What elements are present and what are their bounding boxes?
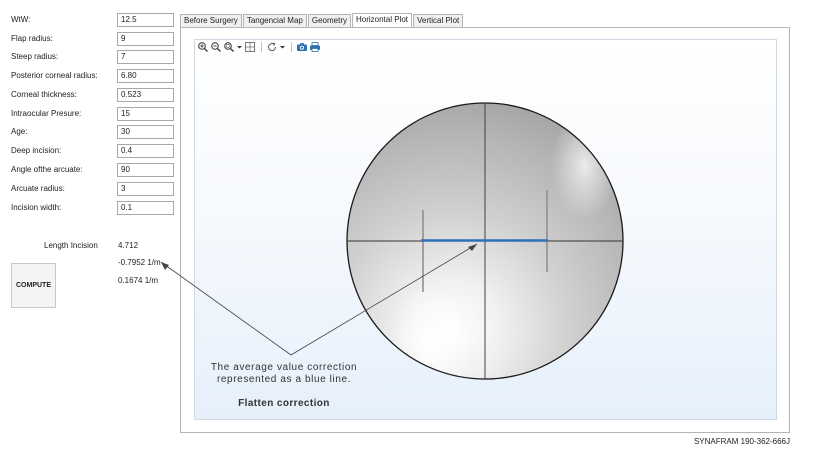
fit-view-icon[interactable] xyxy=(244,41,256,53)
dropdown-arrow-icon[interactable] xyxy=(279,41,286,53)
wtw-input[interactable] xyxy=(117,13,174,27)
toolbar-separator xyxy=(291,42,292,52)
intraocular-pressure-row: Intraocular Presure: xyxy=(11,107,181,121)
print-icon[interactable] xyxy=(309,41,321,53)
deep-incision-row: Deep incision: xyxy=(11,144,181,158)
corneal-thickness-row: Corneal thickness: xyxy=(11,88,181,102)
correction-value-2: 0.1674 1/m xyxy=(118,276,159,285)
posterior-corneal-radius-row: Posterior corneal radius: xyxy=(11,69,181,83)
length-incision-label: Length Incision xyxy=(44,241,98,250)
incision-width-input[interactable] xyxy=(117,201,174,215)
flap-radius-label: Flap radius: xyxy=(11,34,53,43)
intraocular-pressure-input[interactable] xyxy=(117,107,174,121)
tab-tangencial-map[interactable]: Tangencial Map xyxy=(242,14,307,27)
deep-incision-label: Deep incision: xyxy=(11,146,62,155)
arcuate-radius-row: Arcuate radius: xyxy=(11,182,181,196)
age-input[interactable] xyxy=(117,125,174,139)
zoom-box-icon[interactable] xyxy=(223,41,235,53)
deep-incision-input[interactable] xyxy=(117,144,174,158)
flap-radius-input[interactable] xyxy=(117,32,174,46)
posterior-corneal-radius-label: Posterior corneal radius: xyxy=(11,71,98,80)
intraocular-pressure-label: Intraocular Presure: xyxy=(11,109,82,118)
zoom-out-icon[interactable] xyxy=(210,41,222,53)
correction-value-1: -0.7952 1/m xyxy=(118,258,161,267)
rotate-icon[interactable] xyxy=(266,41,278,53)
annotation-line-1: The average value correction xyxy=(210,362,358,373)
length-incision-value: 4.712 xyxy=(118,241,139,250)
toolbar-separator xyxy=(261,42,262,52)
dropdown-arrow-icon[interactable] xyxy=(236,41,243,53)
tab-geometry[interactable]: Geometry xyxy=(307,14,351,27)
wtw-label: WtW: xyxy=(11,15,31,24)
plot-toolbar xyxy=(197,41,322,53)
annotation-line-2: represented as a blue line. xyxy=(216,374,352,385)
footer-id: SYNAFRAM 190-362-666J xyxy=(693,437,790,446)
arrowhead-icon xyxy=(161,262,169,270)
flap-radius-row: Flap radius: xyxy=(11,32,181,46)
arcuate-angle-input[interactable] xyxy=(117,163,174,177)
tab-before-surgery[interactable]: Before Surgery xyxy=(180,14,242,27)
tab-vertical-plot[interactable]: Vertical Plot xyxy=(413,14,464,27)
plot-tabs: Before Surgery Tangencial Map Geometry H… xyxy=(180,13,464,28)
posterior-corneal-radius-input[interactable] xyxy=(117,69,174,83)
arcuate-angle-row: Angle ofthe arcuate: xyxy=(11,163,181,177)
age-label: Age: xyxy=(11,127,28,136)
wtw-row: WtW: xyxy=(11,13,181,27)
incision-width-row: Incision width: xyxy=(11,201,181,215)
arcuate-angle-label: Angle ofthe arcuate: xyxy=(11,165,83,174)
steep-radius-input[interactable] xyxy=(117,50,174,64)
corneal-thickness-label: Corneal thickness: xyxy=(11,90,77,99)
compute-button[interactable]: COMPUTE xyxy=(11,263,56,308)
annotation-title: Flatten correction xyxy=(238,398,330,409)
zoom-in-icon[interactable] xyxy=(197,41,209,53)
corneal-thickness-input[interactable] xyxy=(117,88,174,102)
arcuate-radius-label: Arcuate radius: xyxy=(11,184,65,193)
camera-icon[interactable] xyxy=(296,41,308,53)
tab-horizontal-plot[interactable]: Horizontal Plot xyxy=(351,13,413,28)
age-row: Age: xyxy=(11,125,181,139)
incision-width-label: Incision width: xyxy=(11,203,62,212)
steep-radius-row: Steep radius: xyxy=(11,50,181,64)
arcuate-radius-input[interactable] xyxy=(117,182,174,196)
steep-radius-label: Steep radius: xyxy=(11,52,59,61)
